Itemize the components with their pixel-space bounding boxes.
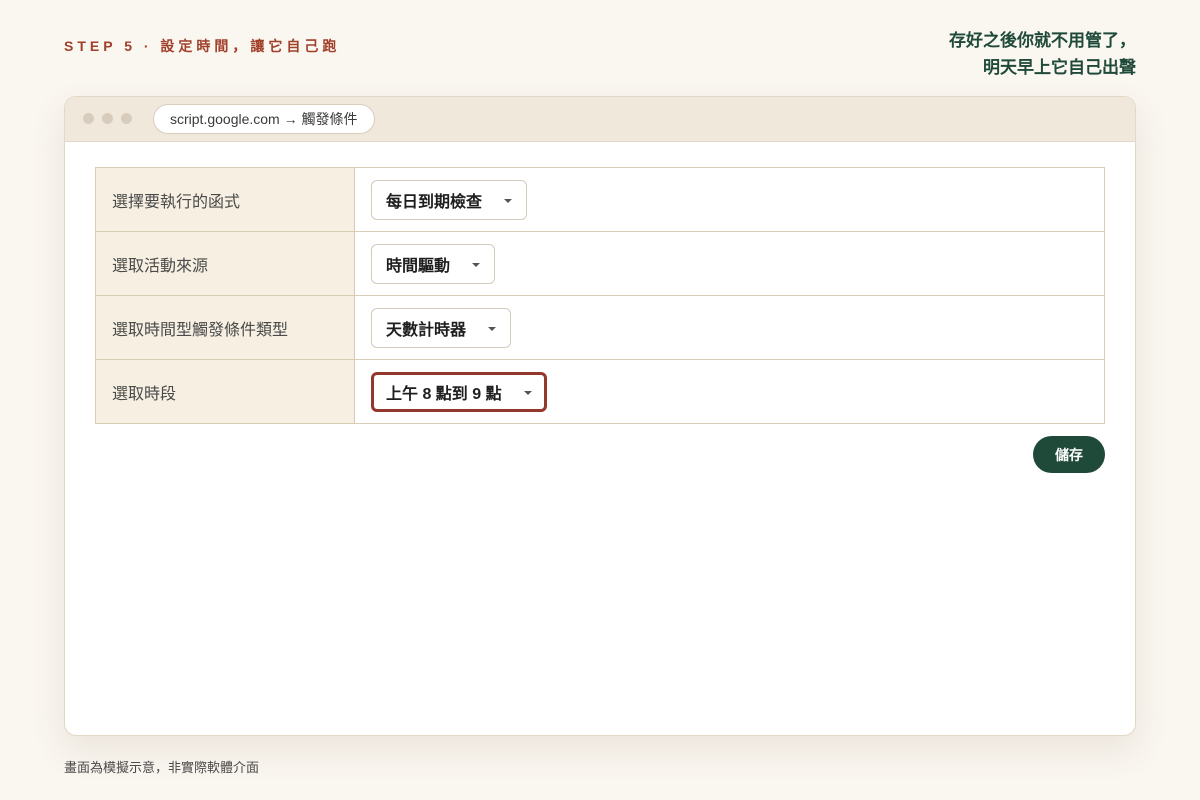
save-button[interactable]: 儲存	[1033, 436, 1105, 473]
browser-titlebar: script.google.com → 觸發條件	[65, 97, 1135, 142]
window-dot-icon	[102, 113, 113, 124]
chevron-down-icon	[523, 391, 532, 395]
time-slot-select[interactable]: 上午 8 點到 9 點	[371, 371, 547, 412]
trigger-type-label: 選取時間型觸發條件類型	[96, 296, 355, 359]
function-select[interactable]: 每日到期檢查	[371, 179, 528, 220]
time-slot-select-value: 上午 8 點到 9 點	[386, 385, 502, 403]
trigger-type-select[interactable]: 天數計時器	[371, 307, 512, 348]
time-slot-label: 選取時段	[96, 360, 355, 423]
form-row-function: 選擇要執行的函式 每日到期檢查	[96, 168, 1104, 232]
tagline-line-2: 明天早上它自己出聲	[983, 58, 1136, 78]
event-source-select[interactable]: 時間驅動	[371, 243, 496, 284]
event-source-select-value: 時間驅動	[386, 257, 451, 275]
tagline-line-1: 存好之後你就不用管了，	[949, 31, 1136, 51]
disclaimer-footnote: 畫面為模擬示意，非實際軟體介面	[64, 760, 260, 775]
chevron-down-icon	[472, 263, 481, 267]
address-bar[interactable]: script.google.com → 觸發條件	[153, 104, 375, 134]
tagline: 存好之後你就不用管了， 明天早上它自己出聲	[949, 28, 1136, 82]
event-source-label: 選取活動來源	[96, 232, 355, 295]
form-row-time-slot: 選取時段 上午 8 點到 9 點	[96, 360, 1104, 424]
trigger-form: 選擇要執行的函式 每日到期檢查 選取活動來源 時間驅動 選取時間型觸發條件類型	[95, 167, 1105, 424]
function-label: 選擇要執行的函式	[96, 168, 355, 231]
window-dot-icon	[83, 113, 94, 124]
function-select-value: 每日到期檢查	[386, 193, 483, 211]
form-row-event-source: 選取活動來源 時間驅動	[96, 232, 1104, 296]
trigger-type-select-value: 天數計時器	[386, 321, 467, 339]
chevron-down-icon	[488, 327, 497, 331]
step-label: STEP 5 · 設定時間，讓它自己跑	[64, 38, 341, 54]
form-row-trigger-type: 選取時間型觸發條件類型 天數計時器	[96, 296, 1104, 360]
browser-window: script.google.com → 觸發條件 選擇要執行的函式 每日到期檢查…	[64, 96, 1136, 736]
window-dot-icon	[121, 113, 132, 124]
chevron-down-icon	[504, 199, 513, 203]
